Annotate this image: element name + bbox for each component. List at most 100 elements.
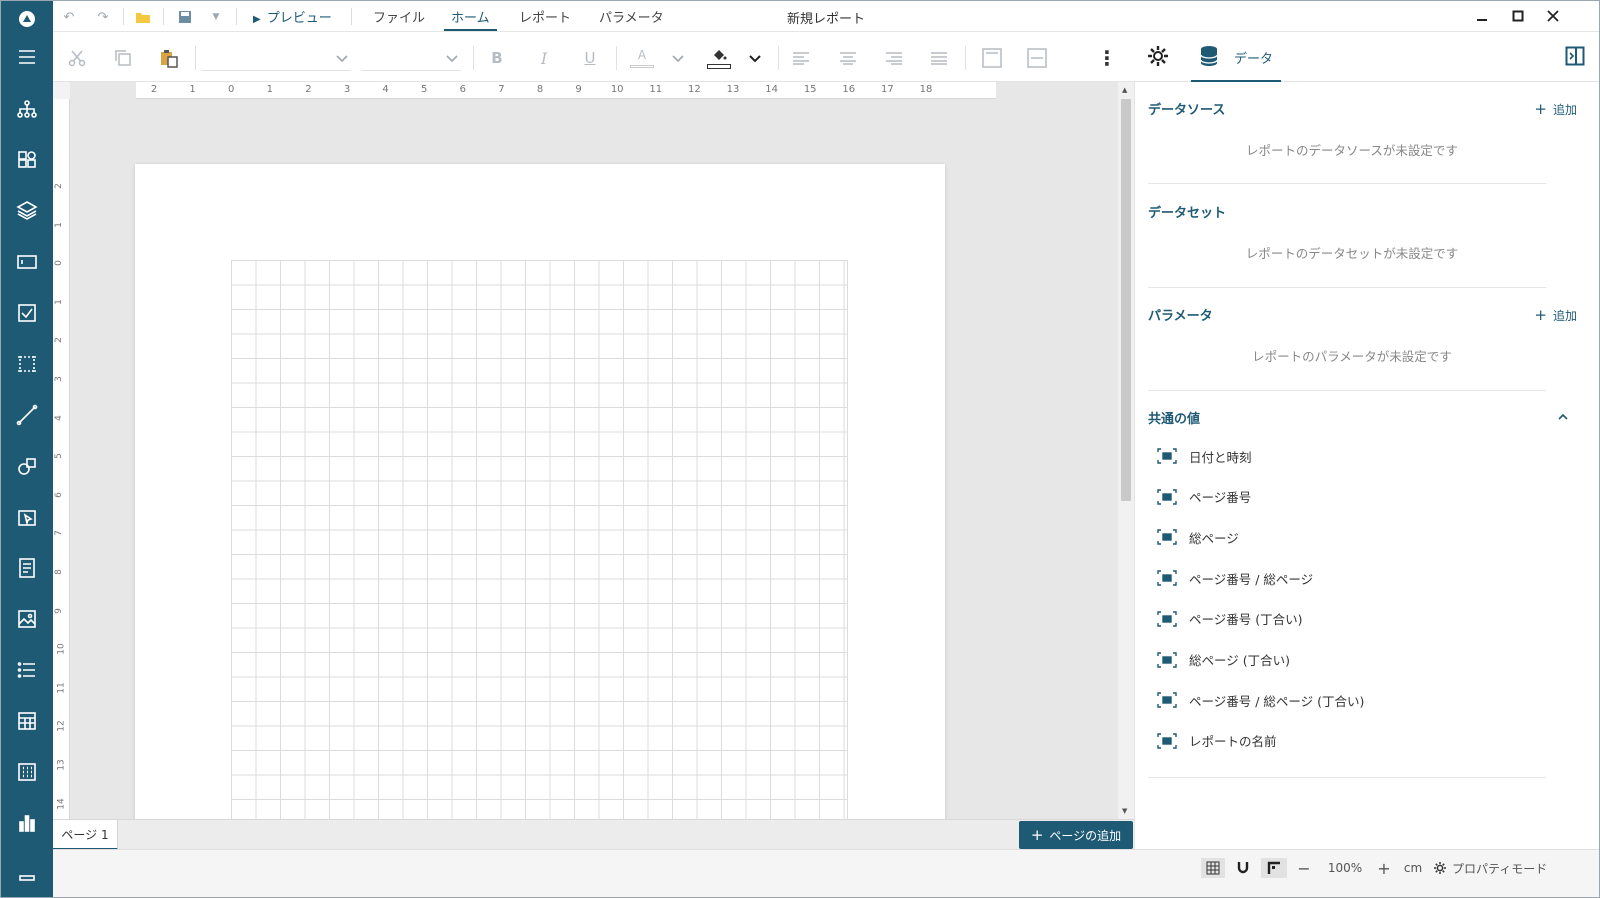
scroll-up-icon[interactable]: ▲ — [1122, 86, 1127, 94]
snap-magnet-icon[interactable] — [1231, 858, 1255, 878]
shape-tool-icon[interactable] — [7, 447, 47, 487]
toggle-panel-icon[interactable] — [1565, 46, 1587, 68]
vertical-align-top-icon[interactable] — [979, 45, 1005, 71]
fill-color-icon[interactable] — [706, 45, 732, 71]
scrollbar-thumb[interactable] — [1121, 99, 1131, 501]
page-tab-1[interactable]: ページ 1 — [53, 820, 118, 850]
zoom-in-icon[interactable]: + — [1373, 858, 1395, 878]
open-folder-icon[interactable] — [133, 7, 153, 27]
add-parameter-button[interactable]: + 追加 — [1534, 306, 1577, 324]
common-value-label: ページ番号 / 総ページ (丁合い) — [1189, 693, 1365, 709]
copy-icon[interactable] — [110, 45, 136, 71]
property-mode-button[interactable]: プロパティモード — [1433, 858, 1557, 878]
report-body-grid[interactable] — [231, 260, 848, 819]
tab-file[interactable]: ファイル — [373, 7, 425, 31]
font-color-icon[interactable]: A — [629, 45, 655, 71]
ruler-tick-label: 15 — [803, 84, 817, 95]
app-logo-icon — [13, 7, 41, 31]
canvas-vertical-scrollbar[interactable]: ▲ ▼ — [1118, 82, 1134, 819]
components-icon[interactable] — [7, 140, 47, 180]
common-value-label: 日付と時刻 — [1189, 449, 1252, 465]
tab-data[interactable]: データ — [1191, 32, 1281, 82]
italic-icon[interactable]: I — [531, 45, 557, 71]
common-value-item[interactable]: 総ページ (丁合い) — [1157, 648, 1290, 672]
add-page-button[interactable]: + ページの追加 — [1019, 821, 1133, 849]
save-dropdown-icon[interactable]: ▼ — [206, 7, 226, 27]
paste-icon[interactable] — [156, 45, 182, 71]
preview-button[interactable]: ▶ プレビュー — [253, 7, 332, 31]
font-family-dropdown[interactable] — [201, 45, 351, 71]
layers-icon[interactable] — [7, 190, 47, 230]
title-separator — [236, 8, 237, 25]
close-icon[interactable] — [1538, 5, 1568, 27]
parameters-empty-message: レポートのパラメータが未設定です — [1252, 349, 1452, 364]
align-center-icon[interactable] — [835, 45, 861, 71]
common-value-item[interactable]: ページ番号 / 総ページ — [1157, 566, 1313, 590]
save-icon[interactable] — [175, 7, 195, 27]
common-value-item[interactable]: レポートの名前 — [1157, 729, 1277, 753]
cut-icon[interactable] — [64, 45, 90, 71]
add-page-label: ページの追加 — [1049, 828, 1122, 843]
maximize-icon[interactable] — [1503, 5, 1533, 27]
grid-toggle-icon[interactable] — [1201, 858, 1225, 878]
redo-icon[interactable]: ↷ — [93, 7, 113, 27]
left-toolbox-rail — [1, 1, 53, 897]
list-tool-icon[interactable] — [7, 650, 47, 690]
image-tool-icon[interactable] — [7, 599, 47, 639]
report-explorer-icon[interactable] — [7, 89, 47, 129]
common-value-item[interactable]: ページ番号 — [1157, 485, 1251, 509]
checkbox-tool-icon[interactable] — [7, 293, 47, 333]
underline-icon[interactable]: U — [577, 45, 603, 71]
minimize-icon[interactable] — [1467, 5, 1497, 27]
align-justify-icon[interactable] — [926, 45, 952, 71]
more-options-icon[interactable]: ⋮ — [1094, 45, 1120, 71]
fill-color-dropdown-icon[interactable] — [742, 45, 768, 71]
common-value-item[interactable]: ページ番号 / 総ページ (丁合い) — [1157, 688, 1364, 712]
line-tool-icon[interactable] — [7, 395, 47, 435]
toolbar-separator — [778, 46, 779, 70]
bold-icon[interactable]: B — [484, 45, 510, 71]
common-value-item[interactable]: 総ページ — [1157, 525, 1239, 549]
ruler-tick-label: 16 — [842, 84, 856, 95]
datasource-title: データソース — [1148, 103, 1226, 118]
title-separator — [163, 8, 164, 25]
select-tool-icon[interactable] — [7, 498, 47, 538]
ruler-tick-label: 8 — [536, 84, 544, 95]
zoom-out-icon[interactable]: − — [1293, 858, 1315, 878]
textbox-tool-icon[interactable] — [7, 242, 47, 282]
toolbar-separator — [473, 46, 474, 70]
properties-gear-icon[interactable] — [1146, 44, 1172, 70]
snap-lines-icon[interactable] — [1261, 858, 1287, 878]
common-value-item[interactable]: 日付と時刻 — [1157, 444, 1252, 468]
tab-report[interactable]: レポート — [519, 7, 571, 31]
unit-selector[interactable]: cm — [1400, 858, 1426, 878]
container-tool-icon[interactable] — [7, 344, 47, 384]
vertical-align-middle-icon[interactable] — [1024, 45, 1050, 71]
common-value-item[interactable]: ページ番号 (丁合い) — [1157, 607, 1302, 631]
tablix-tool-icon[interactable] — [7, 752, 47, 792]
ruler-tick-label: 9 — [575, 84, 582, 95]
chart-tool-icon[interactable] — [7, 803, 47, 843]
undo-icon[interactable]: ↶ — [59, 7, 79, 27]
hamburger-menu-icon[interactable] — [7, 37, 47, 77]
ruler-tick-label: 14 — [765, 84, 778, 95]
richtext-tool-icon[interactable] — [7, 548, 47, 588]
section-divider — [1148, 777, 1546, 778]
design-canvas[interactable]: 2 1 0 1 2 3 4 5 6 7 8 9 10 11 12 13 14 15 16 17 18 210123456… — [53, 82, 1134, 819]
ruler-tick-label: 0 — [53, 260, 64, 267]
font-size-dropdown[interactable] — [361, 45, 461, 71]
scroll-down-icon[interactable]: ▼ — [1122, 807, 1127, 815]
more-tools-icon[interactable] — [7, 853, 47, 893]
zoom-level[interactable]: 100% — [1321, 858, 1369, 878]
align-right-icon[interactable] — [881, 45, 907, 71]
ruler-tick-label: 3 — [343, 84, 351, 95]
align-left-icon[interactable] — [788, 45, 814, 71]
tab-parameters[interactable]: パラメータ — [599, 7, 664, 31]
common-values-title: 共通の値 — [1148, 412, 1201, 427]
table-tool-icon[interactable] — [7, 701, 47, 741]
tab-home[interactable]: ホーム — [444, 7, 497, 31]
collapse-chevron-icon[interactable] — [1557, 408, 1569, 427]
add-datasource-button[interactable]: + 追加 — [1534, 100, 1577, 118]
font-color-dropdown-icon[interactable] — [665, 45, 691, 71]
ruler-tick-label: 2 — [53, 183, 64, 189]
